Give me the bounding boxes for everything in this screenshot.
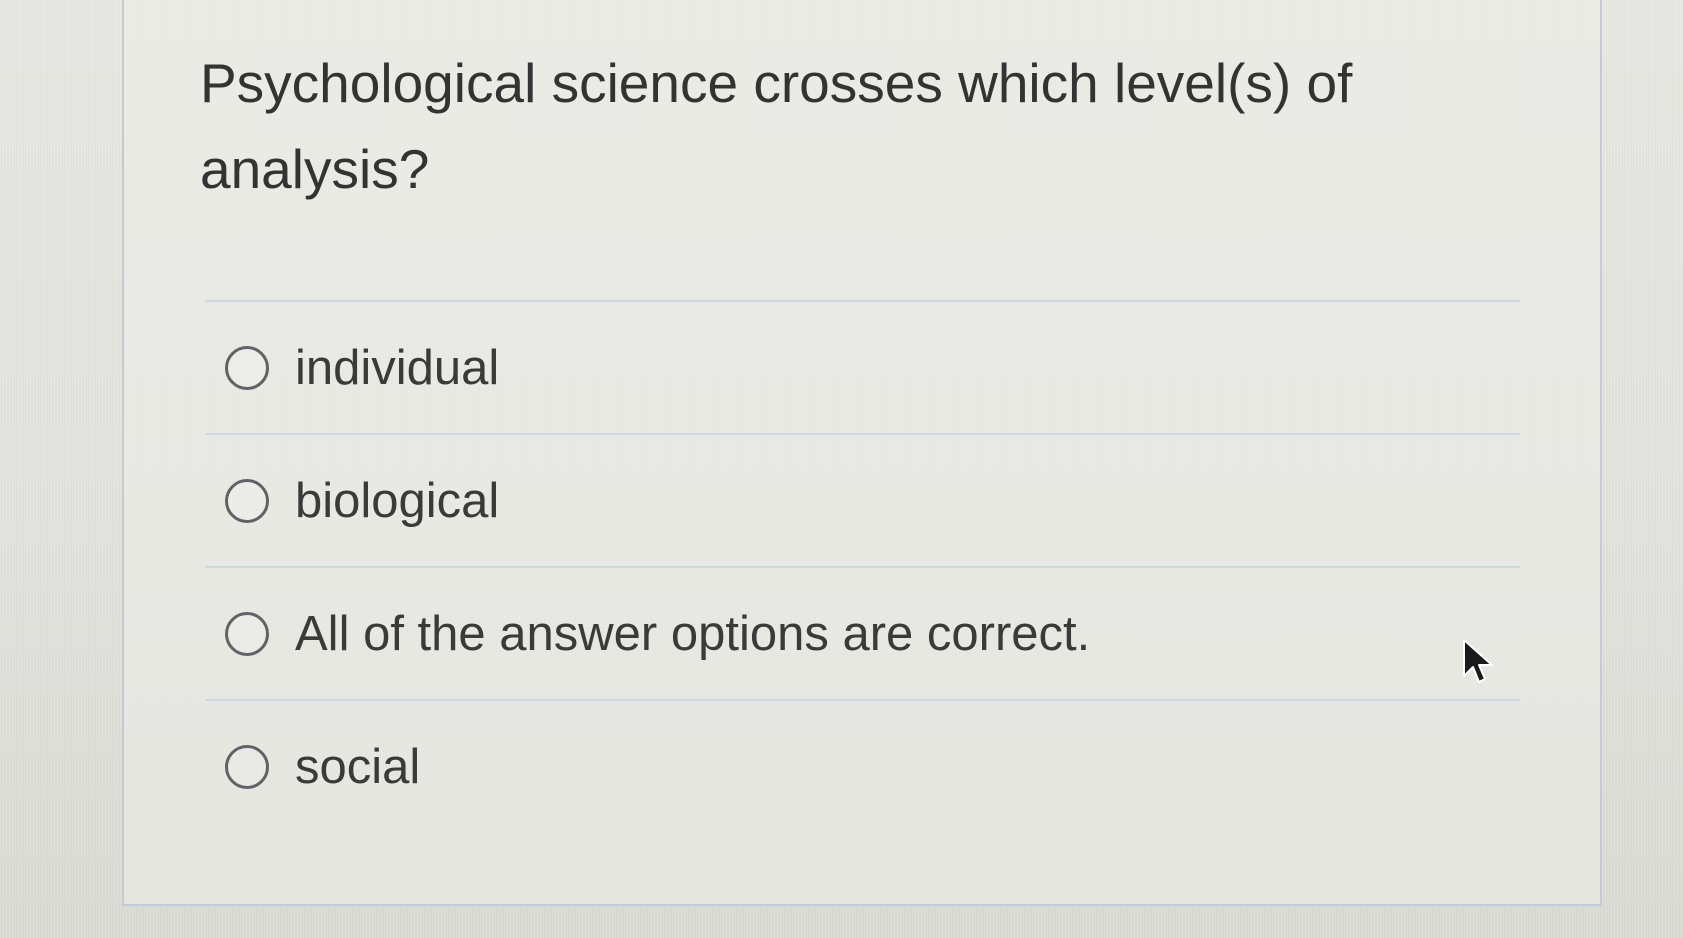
answer-option-social[interactable]: social <box>205 699 1520 832</box>
answer-option-label: biological <box>295 473 500 528</box>
answer-option-label: All of the answer options are correct. <box>295 606 1091 661</box>
radio-button-individual[interactable] <box>225 345 269 390</box>
radio-button-all-correct[interactable] <box>225 611 269 656</box>
answer-option-all-correct[interactable]: All of the answer options are correct. <box>205 566 1520 699</box>
answer-options-list: individual biological All of the answer … <box>205 300 1520 832</box>
question-text: Psychological science crosses which leve… <box>200 52 1353 200</box>
answer-option-biological[interactable]: biological <box>205 433 1520 566</box>
answer-option-label: individual <box>295 340 500 395</box>
mouse-pointer-icon <box>1463 639 1493 683</box>
radio-button-biological[interactable] <box>225 478 269 523</box>
answer-option-label: social <box>295 739 421 794</box>
answer-option-individual[interactable]: individual <box>205 300 1520 433</box>
screen-background: Psychological science crosses which leve… <box>0 0 1683 938</box>
radio-button-social[interactable] <box>225 744 269 789</box>
